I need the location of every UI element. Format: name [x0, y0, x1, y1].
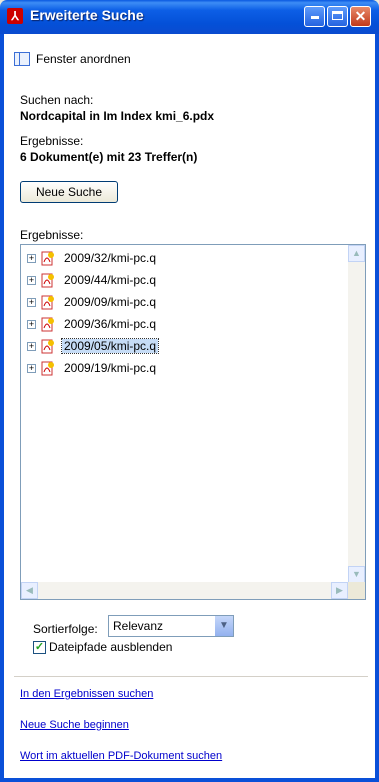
sort-select[interactable]: Relevanz ▼	[108, 615, 234, 637]
expand-icon[interactable]: +	[27, 298, 36, 307]
expand-icon[interactable]: +	[27, 320, 36, 329]
horizontal-scrollbar[interactable]: ◀ ▶	[21, 582, 348, 599]
expand-icon[interactable]: +	[27, 342, 36, 351]
search-in-results-link[interactable]: In den Ergebnissen suchen	[20, 688, 153, 700]
acrobat-logo-icon: ⅄	[7, 8, 23, 24]
pdf-document-icon	[41, 317, 54, 332]
maximize-icon	[328, 7, 347, 26]
title-bar[interactable]: ⅄ Erweiterte Suche ✕	[0, 0, 379, 34]
results-summary-value: 6 Dokument(e) mit 23 Treffer(n)	[20, 150, 198, 164]
search-for-label: Suchen nach:	[20, 93, 94, 107]
scrollbar-corner	[348, 582, 365, 599]
hide-paths-checkbox[interactable]: ✓	[33, 641, 46, 654]
scroll-right-icon[interactable]: ▶	[331, 582, 348, 599]
expand-icon[interactable]: +	[27, 254, 36, 263]
close-icon: ✕	[354, 8, 367, 24]
vertical-scrollbar[interactable]: ▲ ▼	[348, 245, 365, 583]
tree-row-label: 2009/44/kmi-pc.q	[64, 273, 157, 287]
pdf-document-icon	[41, 339, 54, 354]
scroll-left-icon[interactable]: ◀	[21, 582, 38, 599]
scroll-down-icon[interactable]: ▼	[348, 566, 365, 583]
tree-row-label: 2009/32/kmi-pc.q	[64, 251, 157, 265]
sort-label: Sortierfolge:	[33, 622, 98, 636]
new-search-link[interactable]: Neue Suche beginnen	[20, 719, 129, 731]
pdf-document-icon	[41, 361, 54, 376]
expand-icon[interactable]: +	[27, 364, 36, 373]
results-summary-label: Ergebnisse:	[20, 134, 84, 148]
arrange-window-label: Fenster anordnen	[36, 52, 131, 66]
minimize-icon	[305, 16, 324, 26]
sort-select-value: Relevanz	[113, 619, 164, 633]
close-button[interactable]: ✕	[350, 6, 371, 27]
tree-row-label: 2009/09/kmi-pc.q	[64, 295, 157, 309]
pdf-document-icon	[41, 295, 54, 310]
tree-row-label: 2009/36/kmi-pc.q	[64, 317, 157, 331]
minimize-button[interactable]	[304, 6, 325, 27]
search-for-value: Nordcapital in Im Index kmi_6.pdx	[20, 109, 215, 123]
window-title: Erweiterte Suche	[30, 7, 144, 23]
results-list-label: Ergebnisse:	[20, 228, 84, 242]
search-current-pdf-link[interactable]: Wort im aktuellen PDF-Dokument suchen	[20, 750, 222, 762]
divider	[14, 676, 368, 677]
tree-row-label: 2009/05/kmi-pc.q	[60, 338, 160, 354]
hide-paths-label: Dateipfade ausblenden	[49, 640, 173, 654]
pdf-document-icon	[41, 251, 54, 266]
scroll-up-icon[interactable]: ▲	[348, 245, 365, 262]
results-tree[interactable]: + 2009/32/kmi-pc.q + 2009/44/kmi-pc.q + …	[20, 244, 366, 600]
window-layout-icon	[14, 52, 30, 66]
expand-icon[interactable]: +	[27, 276, 36, 285]
pdf-document-icon	[41, 273, 54, 288]
new-search-button[interactable]: Neue Suche	[20, 181, 118, 203]
maximize-button[interactable]	[327, 6, 348, 27]
chevron-down-icon[interactable]: ▼	[215, 616, 233, 636]
tree-row-label: 2009/19/kmi-pc.q	[64, 361, 157, 375]
